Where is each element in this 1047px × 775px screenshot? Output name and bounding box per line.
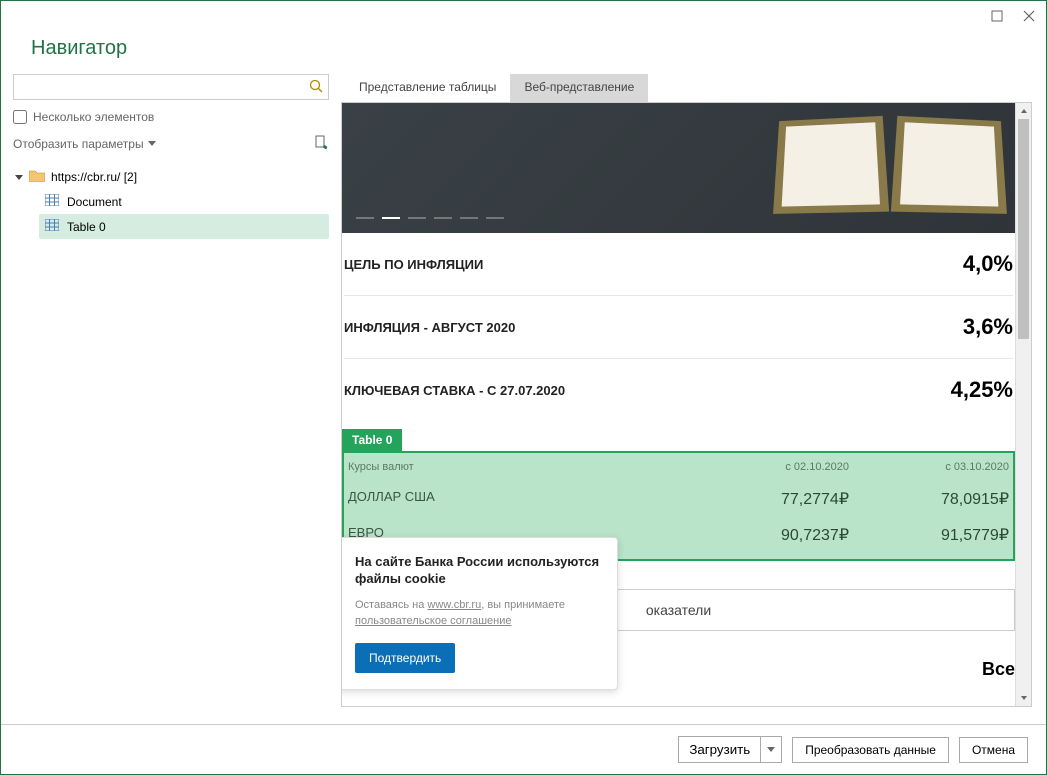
maximize-button[interactable] <box>990 9 1004 23</box>
cookie-title: На сайте Банка России используются файлы… <box>355 554 601 588</box>
tree-children: Document Table 0 <box>13 189 329 239</box>
nav-tree: https://cbr.ru/ [2] Document Table 0 <box>13 161 329 239</box>
cookie-link-agreement[interactable]: пользовательское соглашение <box>355 615 512 627</box>
search-wrap <box>13 74 329 100</box>
info-value: 3,6% <box>963 314 1013 340</box>
tree-item-label: Document <box>67 195 122 209</box>
transform-button[interactable]: Преобразовать данные <box>792 737 949 763</box>
load-button[interactable]: Загрузить <box>678 736 760 763</box>
cookie-popup: На сайте Банка России используются файлы… <box>342 537 618 690</box>
col-header-date1: с 02.10.2020 <box>689 461 849 473</box>
cookie-link-site[interactable]: www.cbr.ru <box>427 599 481 611</box>
web-preview[interactable]: ЦЕЛЬ ПО ИНФЛЯЦИИ 4,0% ИНФЛЯЦИЯ - АВГУСТ … <box>342 103 1015 706</box>
main-area: Несколько элементов Отобразить параметры <box>1 74 1046 707</box>
cookie-confirm-button[interactable]: Подтвердить <box>355 643 455 673</box>
info-label: ИНФЛЯЦИЯ - АВГУСТ 2020 <box>344 320 515 335</box>
cookie-text-mid: , вы принимаете <box>481 599 565 611</box>
load-dropdown-button[interactable] <box>760 736 782 763</box>
folder-icon <box>29 169 45 185</box>
search-icon[interactable] <box>309 79 323 96</box>
table-header: Курсы валют с 02.10.2020 с 03.10.2020 <box>348 459 1009 481</box>
info-value: 4,0% <box>963 251 1013 277</box>
table-badge: Table 0 <box>342 429 402 451</box>
scrollbar[interactable] <box>1015 103 1031 706</box>
currency-val2: 91,5779₽ <box>849 525 1009 545</box>
tab-web-view[interactable]: Веб-представление <box>510 74 648 102</box>
display-options-row: Отобразить параметры <box>13 134 329 153</box>
info-row: КЛЮЧЕВАЯ СТАВКА - С 27.07.2020 4,25% <box>344 359 1013 421</box>
table-row: ДОЛЛАР США 77,2774₽ 78,0915₽ <box>348 481 1009 517</box>
view-tabs: Представление таблицы Веб-представление <box>341 74 1032 102</box>
carousel-dots[interactable] <box>356 217 504 219</box>
info-value: 4,25% <box>951 377 1013 403</box>
currency-val2: 78,0915₽ <box>849 489 1009 509</box>
multi-items-checkbox-row[interactable]: Несколько элементов <box>13 110 329 124</box>
refresh-icon[interactable] <box>313 134 329 153</box>
col-header-name: Курсы валют <box>348 461 689 473</box>
banner <box>342 103 1015 233</box>
display-options-button[interactable]: Отобразить параметры <box>13 137 156 151</box>
info-row: ЦЕЛЬ ПО ИНФЛЯЦИИ 4,0% <box>344 233 1013 296</box>
content-area: Представление таблицы Веб-представление <box>341 74 1046 707</box>
currency-val1: 77,2774₽ <box>689 489 849 509</box>
tree-item-label: Table 0 <box>67 220 106 234</box>
sidebar: Несколько элементов Отобразить параметры <box>1 74 341 707</box>
info-label: КЛЮЧЕВАЯ СТАВКА - С 27.07.2020 <box>344 383 565 398</box>
info-rows: ЦЕЛЬ ПО ИНФЛЯЦИИ 4,0% ИНФЛЯЦИЯ - АВГУСТ … <box>342 233 1015 421</box>
search-input[interactable] <box>13 74 329 100</box>
chevron-down-icon <box>148 141 156 146</box>
news-all-link[interactable]: Все <box>982 659 1015 680</box>
scroll-thumb[interactable] <box>1018 119 1029 339</box>
tree-root-label: https://cbr.ru/ [2] <box>51 170 137 184</box>
tree-item-table0[interactable]: Table 0 <box>39 214 329 239</box>
page-title: Навигатор <box>1 31 1046 74</box>
close-button[interactable] <box>1022 9 1036 23</box>
currency-name: ДОЛЛАР США <box>348 489 689 509</box>
tree-item-document[interactable]: Document <box>39 189 329 214</box>
tab-table-view[interactable]: Представление таблицы <box>345 74 510 102</box>
cancel-button[interactable]: Отмена <box>959 737 1028 763</box>
table-icon <box>45 194 59 209</box>
currency-val1: 90,7237₽ <box>689 525 849 545</box>
scroll-up-icon[interactable] <box>1016 103 1031 119</box>
load-split-button: Загрузить <box>678 736 782 763</box>
info-label: ЦЕЛЬ ПО ИНФЛЯЦИИ <box>344 257 483 272</box>
cookie-text-prefix: Оставаясь на <box>355 599 427 611</box>
multi-items-label: Несколько элементов <box>33 110 154 124</box>
tree-root[interactable]: https://cbr.ru/ [2] <box>13 165 329 189</box>
navigator-window: Навигатор Несколько элементов Отобразить… <box>0 0 1047 775</box>
display-options-label: Отобразить параметры <box>13 137 144 151</box>
preview-wrap: ЦЕЛЬ ПО ИНФЛЯЦИИ 4,0% ИНФЛЯЦИЯ - АВГУСТ … <box>341 102 1032 707</box>
cookie-text: Оставаясь на www.cbr.ru, вы принимаете п… <box>355 598 601 629</box>
below-table-area: оказатели Все На сайте Банка России испо… <box>342 589 1015 690</box>
footer: Загрузить Преобразовать данные Отмена <box>1 724 1046 774</box>
multi-items-checkbox[interactable] <box>13 110 27 124</box>
scroll-down-icon[interactable] <box>1016 690 1031 706</box>
titlebar <box>1 1 1046 31</box>
banner-decor <box>775 113 1005 213</box>
info-row: ИНФЛЯЦИЯ - АВГУСТ 2020 3,6% <box>344 296 1013 359</box>
col-header-date2: с 03.10.2020 <box>849 461 1009 473</box>
tree-collapse-icon <box>15 175 23 180</box>
table-icon <box>45 219 59 234</box>
chevron-down-icon <box>767 747 775 752</box>
all-indicators-label: оказатели <box>646 602 711 618</box>
